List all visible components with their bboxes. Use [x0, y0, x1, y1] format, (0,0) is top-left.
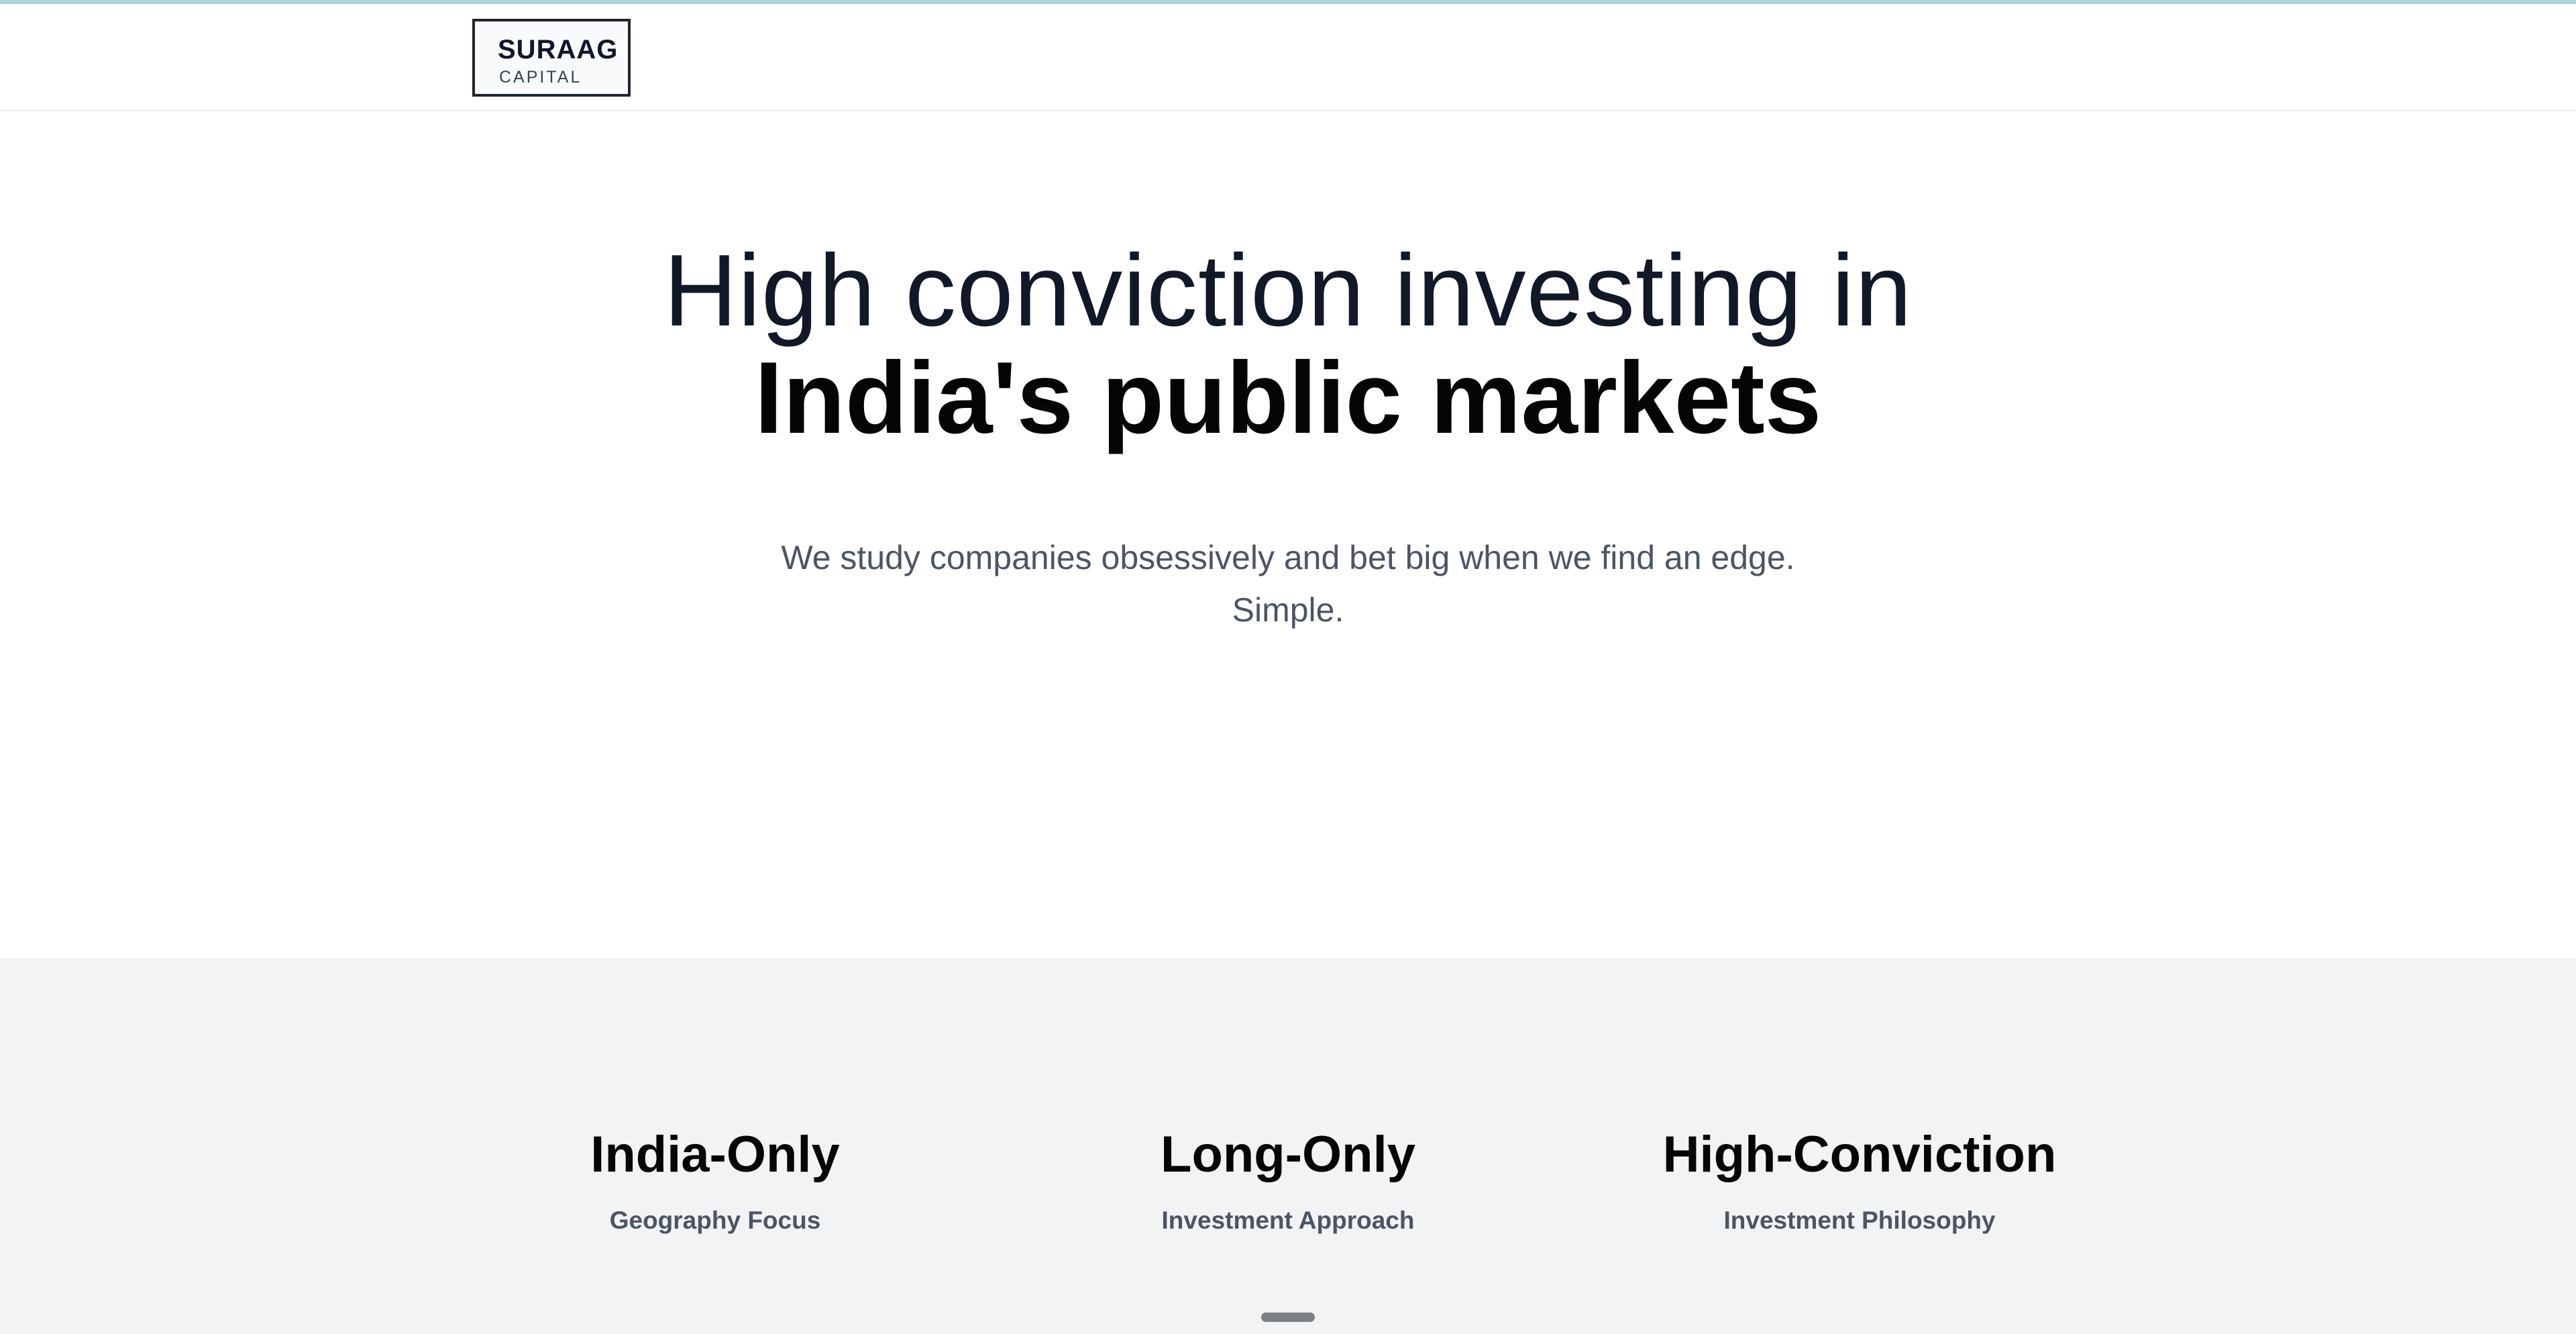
- logo-name: SURAAG: [498, 35, 619, 64]
- hero-subtitle-line-2: Simple.: [1232, 591, 1344, 629]
- hero-subtitle: We study companies obsessively and bet b…: [671, 531, 1905, 636]
- page: SURAAG CAPITAL High conviction investing…: [0, 0, 2576, 1334]
- logo-link[interactable]: SURAAG CAPITAL: [472, 19, 631, 97]
- feature-title: India-Only: [590, 1126, 840, 1183]
- feature-label: Geography Focus: [609, 1207, 821, 1234]
- feature-high-conviction: High-Conviction Investment Philosophy: [1605, 1125, 2114, 1236]
- hero-section: High conviction investing in India's pub…: [0, 113, 2576, 958]
- logo-subtitle: CAPITAL: [499, 68, 582, 87]
- feature-title: Long-Only: [1161, 1126, 1415, 1183]
- site-header: SURAAG CAPITAL: [0, 4, 2576, 111]
- hero-title-line-1: High conviction investing in: [663, 234, 1913, 348]
- feature-india-only: India-Only Geography Focus: [460, 1125, 970, 1236]
- hero-subtitle-line-1: We study companies obsessively and bet b…: [781, 539, 1795, 576]
- feature-long-only: Long-Only Investment Approach: [1033, 1125, 1543, 1236]
- feature-label: Investment Philosophy: [1723, 1207, 1996, 1234]
- hero-title-line-2: India's public markets: [754, 341, 1822, 455]
- scroll-indicator-handle[interactable]: [1261, 1313, 1315, 1322]
- features-section: India-Only Geography Focus Long-Only Inv…: [0, 958, 2576, 1334]
- feature-title: High-Conviction: [1662, 1126, 2057, 1183]
- feature-label: Investment Approach: [1161, 1207, 1415, 1234]
